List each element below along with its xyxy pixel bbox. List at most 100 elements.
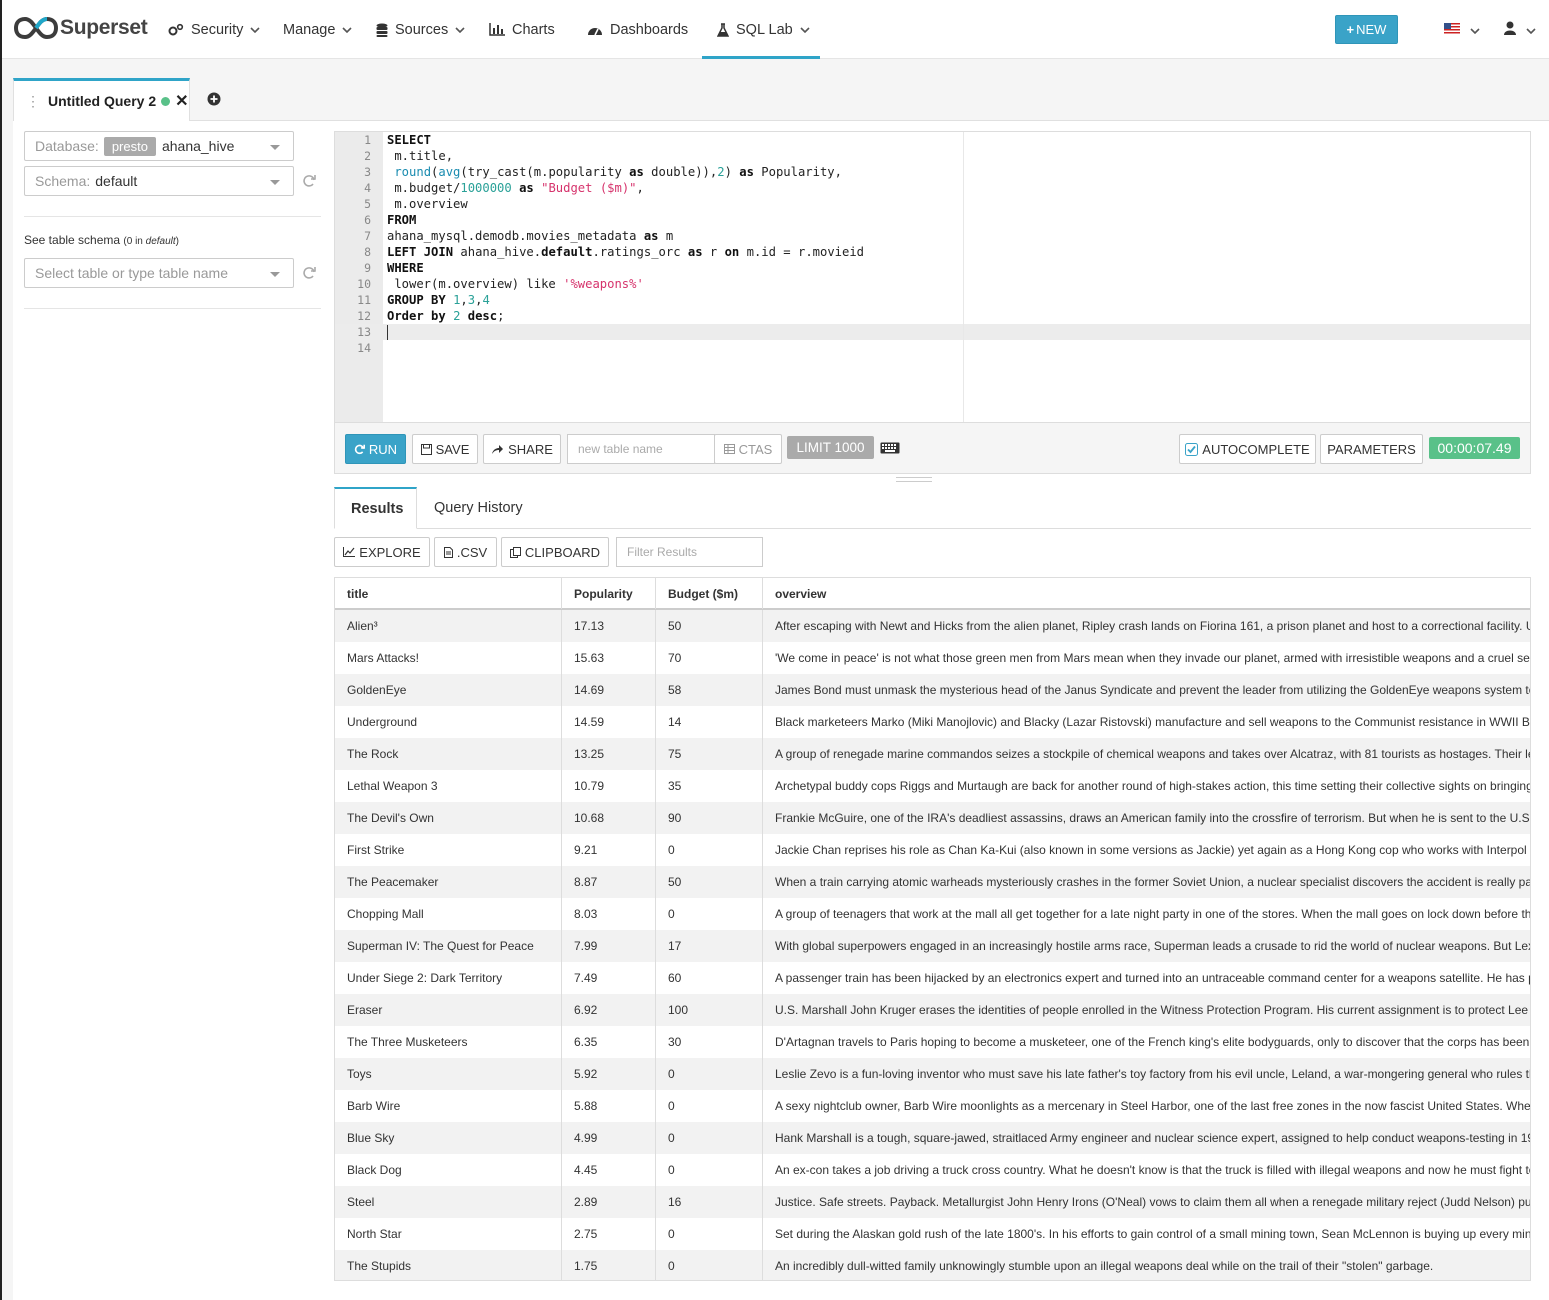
- nav-dashboards[interactable]: Dashboards: [587, 0, 688, 59]
- close-icon[interactable]: ✕: [175, 91, 188, 111]
- nav-sqllab[interactable]: SQL Lab: [702, 0, 820, 59]
- line-number: 1: [364, 133, 371, 147]
- active-line-highlight: [335, 324, 1530, 340]
- code-line[interactable]: m.budget/1000000 as "Budget ($m)",: [387, 181, 644, 195]
- line-number: 14: [357, 341, 371, 355]
- sql-editor[interactable]: 1 2 3 4 5 6 7 8 9 10 11 12 13 14 SELECT …: [334, 131, 1531, 423]
- query-tab[interactable]: ⋮ Untitled Query 2 ✕: [13, 78, 190, 121]
- parameters-button[interactable]: PARAMETERS: [1320, 434, 1423, 464]
- cell-popularity: 7.99: [562, 930, 656, 962]
- nav-charts[interactable]: Charts: [489, 0, 555, 59]
- database-select[interactable]: Database: presto ahana_hive: [24, 131, 294, 161]
- cell-overview: Archetypal buddy cops Riggs and Murtaugh…: [775, 779, 1531, 793]
- nav-security[interactable]: Security: [168, 0, 260, 59]
- cell-title: North Star: [335, 1218, 562, 1250]
- cell-title: The Peacemaker: [335, 866, 562, 898]
- line-number: 5: [364, 197, 371, 211]
- plus-circle-icon: [207, 92, 221, 106]
- code-line[interactable]: m.overview: [387, 197, 467, 211]
- code-line[interactable]: lower(m.overview) like '%weapons%': [387, 277, 644, 291]
- line-number: 10: [357, 277, 371, 291]
- cell-overview: Set during the Alaskan gold rush of the …: [775, 1227, 1531, 1241]
- cell-budget: 75: [656, 738, 763, 770]
- code-line[interactable]: LEFT JOIN ahana_hive.default.ratings_orc…: [387, 245, 864, 259]
- us-flag-icon: [1444, 23, 1460, 35]
- tab-results[interactable]: Results: [334, 487, 417, 529]
- tab-query-history[interactable]: Query History: [418, 487, 539, 529]
- share-button[interactable]: SHARE: [483, 434, 561, 464]
- code-line[interactable]: round(avg(try_cast(m.popularity as doubl…: [387, 165, 842, 179]
- code-line[interactable]: m.title,: [387, 149, 453, 163]
- resize-handle[interactable]: [896, 477, 932, 482]
- line-number: 6: [364, 213, 371, 227]
- line-number: 8: [364, 245, 371, 259]
- refresh-icon[interactable]: [302, 174, 316, 188]
- drag-handle-icon[interactable]: ⋮: [26, 93, 40, 110]
- nav-manage[interactable]: Manage: [283, 0, 352, 59]
- query-timer: 00:00:07.49: [1429, 437, 1520, 459]
- column-header-budget[interactable]: Budget ($m): [656, 578, 763, 609]
- cell-overview: After escaping with Newt and Hicks from …: [775, 619, 1531, 633]
- code-line[interactable]: SELECT: [387, 133, 431, 147]
- filter-results-input[interactable]: Filter Results: [616, 537, 763, 567]
- line-number: 11: [357, 293, 371, 307]
- print-margin: [963, 132, 964, 422]
- brand[interactable]: Superset: [14, 15, 148, 41]
- explore-button[interactable]: EXPLORE: [334, 537, 430, 567]
- cell-title: GoldenEye: [335, 674, 562, 706]
- cell-title: The Rock: [335, 738, 562, 770]
- cell-overview: A group of renegade marine commandos sei…: [775, 747, 1531, 761]
- cell-popularity: 17.13: [562, 610, 656, 642]
- flask-icon: [717, 22, 729, 37]
- cell-popularity: 8.87: [562, 866, 656, 898]
- limit-dropdown[interactable]: LIMIT 1000: [787, 436, 874, 459]
- column-header-overview[interactable]: overview: [763, 578, 1530, 609]
- chevron-down-icon: [455, 26, 465, 33]
- autocomplete-label: AUTOCOMPLETE: [1202, 441, 1310, 457]
- new-table-name-input[interactable]: new table name: [567, 434, 715, 464]
- cell-budget: 0: [656, 1250, 763, 1280]
- column-header-popularity[interactable]: Popularity: [562, 578, 656, 609]
- parameters-label: PARAMETERS: [1327, 441, 1416, 457]
- cell-title: Lethal Weapon 3: [335, 770, 562, 802]
- cell-popularity: 5.88: [562, 1090, 656, 1122]
- clipboard-label: CLIPBOARD: [524, 544, 601, 560]
- new-button[interactable]: + NEW: [1335, 15, 1398, 44]
- cell-budget: 0: [656, 1218, 763, 1250]
- nav-sources[interactable]: Sources: [376, 0, 465, 59]
- code-line[interactable]: WHERE: [387, 261, 424, 275]
- autocomplete-toggle[interactable]: AUTOCOMPLETE: [1179, 434, 1316, 464]
- cell-overview: An ex-con takes a job driving a truck cr…: [775, 1163, 1531, 1177]
- line-number: 7: [364, 229, 371, 243]
- table-header: title Popularity Budget ($m) overview: [335, 578, 1530, 610]
- cell-popularity: 14.59: [562, 706, 656, 738]
- table-row: Mars Attacks! 15.63 70 'We come in peace' i…: [335, 642, 1530, 674]
- cell-popularity: 13.25: [562, 738, 656, 770]
- nav-security-label: Security: [191, 21, 244, 38]
- clipboard-button[interactable]: CLIPBOARD: [501, 537, 609, 567]
- see-schema-label: See table schema (0 in default): [24, 233, 179, 247]
- table-row: The Rock 13.25 75 A group of renegade marin…: [335, 738, 1531, 770]
- table-select-placeholder: Select table or type table name: [35, 265, 229, 281]
- schema-select[interactable]: Schema: default: [24, 166, 294, 196]
- database-value: ahana_hive: [161, 138, 235, 154]
- refresh-icon[interactable]: [302, 266, 316, 280]
- cell-popularity: 4.45: [562, 1154, 656, 1186]
- dashboard-icon: [587, 24, 603, 36]
- code-line[interactable]: GROUP BY 1,3,4: [387, 293, 490, 307]
- code-line[interactable]: FROM: [387, 213, 416, 227]
- code-line[interactable]: Order by 2 desc;: [387, 309, 504, 323]
- share-button-label: SHARE: [508, 441, 553, 457]
- cell-title: The Devil's Own: [335, 802, 562, 834]
- table-select[interactable]: Select table or type table name: [24, 258, 294, 288]
- superset-logo-icon: [14, 16, 58, 40]
- column-header-title[interactable]: title: [335, 578, 562, 609]
- add-tab-button[interactable]: [207, 92, 221, 111]
- save-button[interactable]: SAVE: [412, 434, 478, 464]
- keyboard-icon[interactable]: [880, 442, 900, 454]
- run-button[interactable]: RUN: [345, 434, 406, 464]
- code-line[interactable]: ahana_mysql.demodb.movies_metadata as m: [387, 229, 673, 243]
- csv-button[interactable]: .CSV: [434, 537, 497, 567]
- ctas-button[interactable]: CTAS: [714, 434, 782, 464]
- share-icon: [491, 444, 504, 455]
